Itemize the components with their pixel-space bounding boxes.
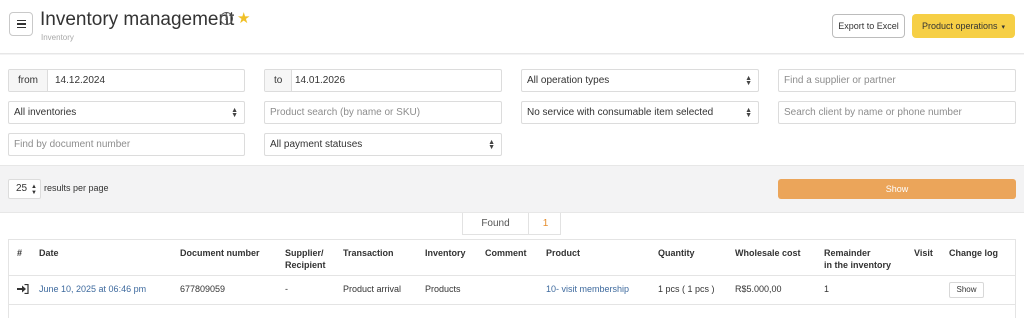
change-log-show-button[interactable]: Show [949, 282, 984, 298]
inventories-select[interactable]: All inventories ▲ ▼ [8, 101, 245, 124]
filters-panel: from 14.12.2024 to 14.01.2026 All operat… [0, 55, 1024, 166]
inventory-table: # Date Document number Supplier/ Recipie… [8, 239, 1016, 318]
pagination-row: 25 ▲ ▼ results per page Show [0, 167, 1024, 212]
column-header-supplier-line2: Recipient [285, 260, 326, 270]
hamburger-icon [16, 19, 26, 22]
column-header-date: Date [39, 248, 59, 258]
page-title: Inventory management [40, 9, 235, 30]
select-down-icon: ▼ [745, 80, 752, 87]
row-date-link[interactable]: June 10, 2025 at 06:46 pm [39, 283, 146, 295]
product-search-input[interactable]: Product search (by name or SKU) [264, 101, 502, 124]
column-header-change-log: Change log [949, 248, 998, 258]
payment-status-select[interactable]: All payment statuses ▲ ▼ [264, 133, 502, 156]
export-to-excel-button[interactable]: Export to Excel [832, 14, 905, 38]
page-header: Inventory management i ★ Inventory Expor… [0, 0, 1024, 54]
date-from-label: from [9, 70, 48, 91]
column-header-remainder-line1: Remainder [824, 248, 871, 258]
column-header-quantity: Quantity [658, 248, 695, 258]
payment-status-value: All payment statuses [270, 139, 363, 150]
select-down-icon: ▼ [745, 112, 752, 119]
select-down-icon: ▼ [231, 112, 238, 119]
found-label: Found [463, 213, 529, 234]
column-header-number: # [17, 248, 23, 258]
column-header-document: Document number [180, 248, 260, 258]
product-search-placeholder: Product search (by name or SKU) [270, 107, 421, 118]
date-to-field[interactable]: to 14.01.2026 [264, 69, 502, 92]
row-inventory: Products [425, 284, 461, 294]
row-remainder: 1 [824, 284, 830, 294]
breadcrumb[interactable]: Inventory [41, 33, 74, 42]
column-header-transaction: Transaction [343, 248, 394, 258]
row-wholesale-cost: R$5.000,00 [735, 284, 782, 294]
sign-in-icon [17, 284, 29, 294]
document-number-input[interactable]: Find by document number [8, 133, 245, 156]
star-icon[interactable]: ★ [237, 9, 250, 27]
client-search-placeholder: Search client by name or phone number [784, 107, 962, 118]
row-document-number: 677809059 [180, 284, 226, 294]
info-icon[interactable]: i [220, 12, 233, 25]
operation-type-select[interactable]: All operation types ▲ ▼ [521, 69, 759, 92]
column-header-supplier: Supplier/ Recipient [285, 247, 326, 271]
operation-type-value: All operation types [527, 75, 610, 86]
select-down-icon: ▼ [31, 190, 37, 196]
per-page-select[interactable]: 25 ▲ ▼ [8, 179, 41, 199]
date-from-field[interactable]: from 14.12.2024 [8, 69, 245, 92]
row-quantity: 1 pcs ( 1 pcs ) [658, 284, 715, 294]
date-from-value: 14.12.2024 [55, 75, 106, 86]
date-to-label: to [265, 70, 293, 91]
row-transaction: Product arrival [343, 284, 402, 294]
table-bottom-border [8, 304, 1016, 305]
show-button[interactable]: Show [778, 179, 1016, 199]
per-page-label: results per page [44, 183, 109, 193]
date-to-value: 14.01.2026 [295, 75, 346, 86]
results-area: Found 1 # Date Document number Supplier/… [0, 212, 1024, 318]
column-header-comment: Comment [485, 248, 527, 258]
column-header-wholesale-cost: Wholesale cost [735, 248, 801, 258]
column-header-inventory: Inventory [425, 248, 466, 258]
found-counter: Found 1 [462, 213, 561, 235]
service-select[interactable]: No service with consumable item selected… [521, 101, 759, 124]
service-value: No service with consumable item selected [527, 107, 714, 118]
row-product-link[interactable]: 10- visit membership [546, 283, 629, 295]
select-down-icon: ▼ [488, 144, 495, 151]
chevron-down-icon: ▾ [1001, 24, 1006, 31]
row-supplier: - [285, 284, 288, 294]
supplier-search-input[interactable]: Find a supplier or partner [778, 69, 1016, 92]
client-search-input[interactable]: Search client by name or phone number [778, 101, 1016, 124]
menu-toggle-button[interactable] [9, 12, 33, 36]
supplier-search-placeholder: Find a supplier or partner [784, 75, 896, 86]
column-header-visit: Visit [914, 248, 933, 258]
column-header-product: Product [546, 248, 581, 258]
document-number-placeholder: Find by document number [14, 139, 131, 150]
header-divider [9, 275, 1015, 276]
column-header-remainder-line2: in the inventory [824, 260, 892, 270]
product-operations-button[interactable]: Product operations ▾ [912, 14, 1015, 38]
product-operations-label: Product operations [921, 21, 998, 31]
per-page-value: 25 [16, 183, 28, 194]
inventories-value: All inventories [14, 107, 77, 118]
found-count: 1 [542, 218, 549, 229]
column-header-remainder: Remainder in the inventory [824, 247, 891, 271]
column-header-supplier-line1: Supplier/ [285, 248, 324, 258]
